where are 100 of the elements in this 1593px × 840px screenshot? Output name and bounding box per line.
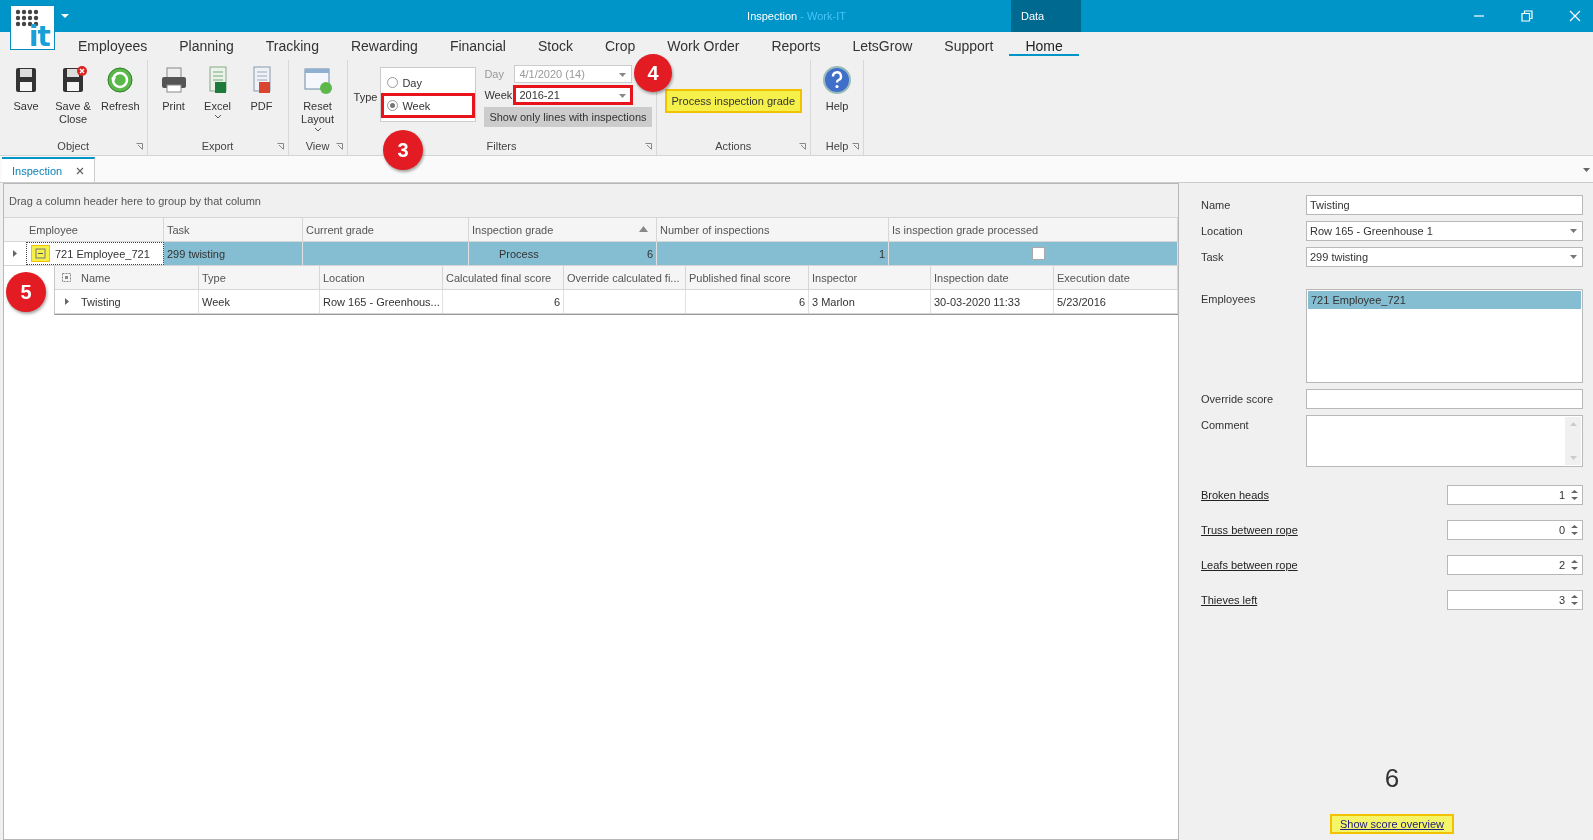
- table-cell: 3 Marlon: [812, 295, 855, 308]
- close-icon[interactable]: [76, 166, 85, 175]
- score-overview-link[interactable]: Show score overview: [1330, 814, 1454, 834]
- spin-arrows-icon[interactable]: [1571, 594, 1578, 606]
- row-indicator-icon: [13, 250, 17, 257]
- menu-tab[interactable]: Home: [1009, 36, 1079, 56]
- table-cell: 5/23/2016: [1057, 295, 1106, 308]
- chevron-icon: [313, 127, 322, 132]
- ribbon-button[interactable]: Save: [4, 65, 48, 113]
- menu-tab[interactable]: Planning: [163, 36, 250, 56]
- spin-arrows-icon[interactable]: [1571, 559, 1578, 571]
- score-value: 6: [1384, 763, 1400, 794]
- task-dropdown[interactable]: 299 twisting: [1306, 247, 1583, 267]
- dialog-launcher-icon[interactable]: [335, 143, 343, 150]
- group-title: Filters: [486, 140, 517, 152]
- counter-link[interactable]: Broken heads: [1201, 489, 1269, 501]
- location-dropdown[interactable]: Row 165 - Greenhouse 1: [1306, 221, 1583, 241]
- ribbon-button[interactable]: Reset Layout: [292, 65, 343, 132]
- ribbon-button[interactable]: Excel: [195, 65, 240, 119]
- ribbon-button[interactable]: Print: [151, 65, 196, 113]
- dropdown-arrow-icon[interactable]: [1570, 229, 1577, 233]
- dialog-launcher-icon[interactable]: [852, 143, 860, 150]
- counter-link[interactable]: Truss between rope: [1201, 524, 1298, 536]
- group-title: Object: [57, 140, 90, 152]
- number-spinner[interactable]: 3: [1447, 590, 1583, 610]
- menu-tab[interactable]: Employees: [62, 36, 164, 56]
- row-indicator-icon: [64, 298, 69, 305]
- field-label: Employees: [1201, 292, 1257, 307]
- window-title: Inspection - Work-IT: [746, 10, 847, 22]
- caret-icon[interactable]: [1583, 168, 1590, 172]
- override-score-field[interactable]: [1306, 389, 1583, 409]
- callout-badge: 4: [634, 54, 672, 92]
- column-chooser-icon[interactable]: [62, 273, 71, 282]
- process-button[interactable]: Process inspection grade: [664, 89, 803, 113]
- help-icon: [822, 65, 853, 95]
- menu-tab[interactable]: Stock: [521, 36, 589, 56]
- column-header[interactable]: Task: [164, 218, 303, 241]
- spin-arrows-icon[interactable]: [1571, 489, 1578, 501]
- spin-arrows-icon[interactable]: [1571, 524, 1578, 536]
- table-cell: Twisting: [81, 295, 121, 308]
- ribbon-button[interactable]: PDF: [239, 65, 284, 113]
- dropdown-arrow-icon[interactable]: [619, 94, 627, 98]
- collapse-icon[interactable]: [32, 246, 49, 261]
- column-header[interactable]: Number of inspections: [657, 218, 889, 241]
- counter-link[interactable]: Thieves left: [1201, 594, 1258, 606]
- group-title: Export: [201, 140, 234, 152]
- ribbon-button[interactable]: Refresh: [98, 65, 143, 113]
- week-dropdown[interactable]: 2016-21: [514, 86, 633, 104]
- chevron-icon: [213, 114, 222, 119]
- number-spinner[interactable]: 1: [1447, 485, 1583, 505]
- dialog-launcher-icon[interactable]: [135, 143, 143, 150]
- menu-tab[interactable]: Work Order: [651, 36, 756, 56]
- dropdown-arrow-icon[interactable]: [1570, 255, 1577, 259]
- column-header[interactable]: Name: [78, 266, 199, 289]
- restore-icon[interactable]: [1521, 10, 1533, 22]
- toggle-button[interactable]: Show only lines with inspections: [484, 107, 652, 127]
- dialog-launcher-icon[interactable]: [644, 143, 652, 150]
- column-header[interactable]: Location: [320, 266, 443, 289]
- column-header[interactable]: Calculated final score: [443, 266, 564, 289]
- column-header[interactable]: Type: [199, 266, 320, 289]
- group-title: Actions: [715, 140, 752, 152]
- context-tab[interactable]: Data: [1011, 0, 1081, 32]
- column-header[interactable]: Current grade: [303, 218, 469, 241]
- menu-tab[interactable]: LetsGrow: [836, 36, 929, 56]
- column-header[interactable]: Execution date: [1054, 266, 1178, 289]
- column-header[interactable]: Inspection date: [931, 266, 1054, 289]
- group-hint: Drag a column header here to group by that column: [9, 194, 261, 207]
- number-spinner[interactable]: 2: [1447, 555, 1583, 575]
- radio-option[interactable]: Week: [384, 96, 473, 115]
- radio-option[interactable]: Day: [384, 73, 473, 92]
- checkbox[interactable]: [1031, 247, 1045, 260]
- list-item[interactable]: 721 Employee_721: [1308, 291, 1581, 309]
- employee-list[interactable]: 721 Employee_721: [1306, 289, 1583, 383]
- field-label: Override score: [1201, 392, 1275, 407]
- column-header[interactable]: Is inspection grade processed: [889, 218, 1178, 241]
- menu-tab[interactable]: Tracking: [249, 36, 335, 56]
- name-field[interactable]: Twisting: [1306, 195, 1583, 215]
- table-cell: 6: [646, 247, 653, 260]
- window-icon: [302, 65, 333, 95]
- document-tab[interactable]: Inspection: [2, 157, 96, 182]
- column-header[interactable]: Inspection grade: [469, 218, 657, 241]
- menu-tab[interactable]: Rewarding: [334, 36, 434, 56]
- ribbon-button[interactable]: Save & Close: [48, 65, 98, 126]
- caret-icon[interactable]: [61, 14, 69, 19]
- dialog-launcher-icon[interactable]: [799, 143, 807, 150]
- number-spinner[interactable]: 0: [1447, 520, 1583, 540]
- column-header[interactable]: Inspector: [809, 266, 931, 289]
- ribbon-button[interactable]: Help: [815, 65, 860, 113]
- menu-tab[interactable]: Financial: [433, 36, 522, 56]
- callout-badge: 3: [383, 130, 423, 170]
- counter-link[interactable]: Leafs between rope: [1201, 559, 1298, 571]
- table-cell: 299 twisting: [164, 242, 303, 265]
- column-header[interactable]: Published final score: [686, 266, 809, 289]
- menu-tab[interactable]: Reports: [755, 36, 837, 56]
- field-label: Day: [484, 68, 505, 80]
- column-header[interactable]: Override calculated fi...: [564, 266, 686, 289]
- menu-tab[interactable]: Support: [928, 36, 1010, 56]
- dialog-launcher-icon[interactable]: [276, 143, 284, 150]
- menu-tab[interactable]: Crop: [588, 36, 652, 56]
- column-header[interactable]: Employee: [26, 218, 164, 241]
